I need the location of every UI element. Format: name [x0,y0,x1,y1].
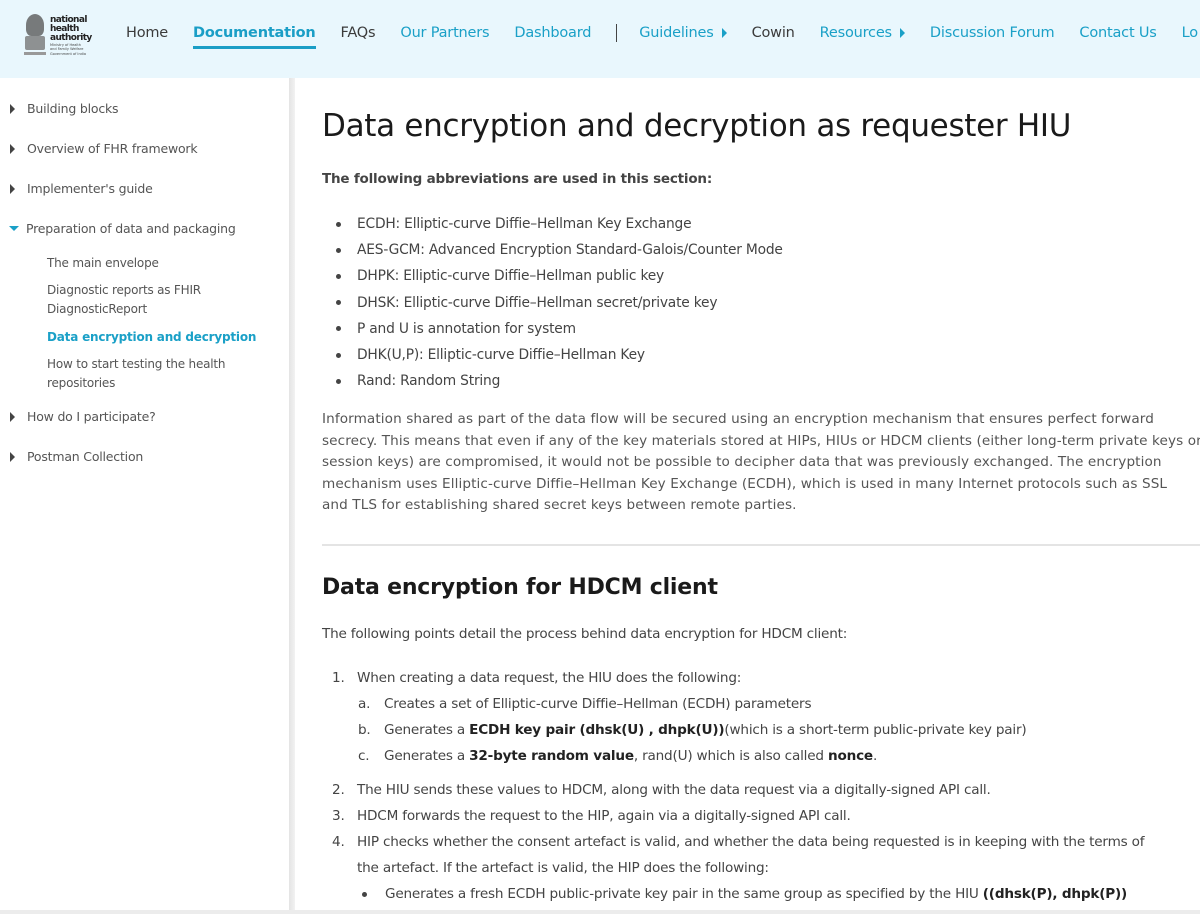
list-item: AES-GCM: Advanced Encryption Standard-Ga… [336,237,783,263]
nav-discussion-forum[interactable]: Discussion Forum [930,25,1055,41]
sidebar-item-label: Building blocks [27,101,119,116]
caret-right-icon [721,28,727,38]
sidebar-item-building-blocks[interactable]: Building blocks [10,101,119,116]
sidebar-item-how-do-i-participate[interactable]: How do I participate? [10,409,156,424]
step-1a: a. Creates a set of Elliptic-curve Diffi… [358,696,812,712]
expand-arrow-icon [10,411,15,422]
list-item: DHPK: Elliptic-curve Diffie–Hellman publ… [336,263,783,289]
list-item: ECDH: Elliptic-curve Diffie–Hellman Key … [336,211,783,237]
sidebar-subitem-diagnostic-reports[interactable]: Diagnostic reports as FHIR DiagnosticRep… [47,281,267,319]
steps-list: 1. When creating a data request, the HIU… [332,665,1200,907]
section-intro: The following points detail the process … [322,626,848,642]
docs-sidebar: Building blocks Overview of FHR framewor… [0,78,291,910]
intro-paragraph: Information shared as part of the data f… [322,411,1200,513]
list-item: DHSK: Elliptic-curve Diffie–Hellman secr… [336,290,783,316]
page-title: Data encryption and decryption as reques… [322,108,1072,144]
sidebar-item-overview-fhr[interactable]: Overview of FHR framework [10,141,198,156]
section-title: Data encryption for HDCM client [322,575,718,600]
nav-cowin[interactable]: Cowin [752,25,795,41]
sidebar-item-preparation-of-data[interactable]: Preparation of data and packaging [9,221,236,236]
main-content: Data encryption and decryption as reques… [322,78,1200,910]
step-1c: c. Generates a 32-byte random value, ran… [358,748,878,764]
bullet-icon [336,221,341,227]
nav-contact-us[interactable]: Contact Us [1079,25,1156,41]
expand-arrow-icon [10,451,15,462]
step-2: 2. The HIU sends these values to HDCM, a… [332,782,991,798]
step-4-continued: the artefact. If the artefact is valid, … [357,860,769,876]
expand-arrow-icon [10,143,15,154]
step-1: 1. When creating a data request, the HIU… [332,670,742,686]
list-item: P and U is annotation for system [336,316,783,342]
bullet-icon [336,274,341,279]
sidebar-item-label: Preparation of data and packaging [26,221,236,236]
step-1b: b. Generates a ECDH key pair (dhsk(U) , … [358,722,1027,738]
sidebar-item-label: Overview of FHR framework [27,141,198,156]
sidebar-item-label: How do I participate? [27,409,156,424]
main-nav: Home Documentation FAQs Our Partners Das… [126,22,1200,49]
bullet-icon [336,378,341,384]
expand-arrow-icon [10,183,15,194]
nav-dashboard[interactable]: Dashboard [514,25,591,41]
bullet-icon [336,300,341,306]
bullet-icon [362,892,367,897]
horizontal-scrollbar[interactable] [0,910,1200,914]
nav-resources-label: Resources [819,25,892,41]
nav-faqs[interactable]: FAQs [341,25,376,41]
nav-login[interactable]: Lo [1182,25,1199,41]
step-3: 3. HDCM forwards the request to the HIP,… [332,808,851,824]
sidebar-item-postman-collection[interactable]: Postman Collection [10,449,143,464]
sidebar-divider[interactable] [289,78,295,910]
step-4-bullet: Generates a fresh ECDH public-private ke… [332,881,1200,907]
nav-our-partners[interactable]: Our Partners [400,25,489,41]
sidebar-item-label: Postman Collection [27,449,144,464]
bullet-icon [336,326,341,332]
nav-documentation[interactable]: Documentation [193,25,317,49]
nav-separator [616,24,618,42]
sidebar-item-implementers-guide[interactable]: Implementer's guide [10,181,153,196]
section-divider [322,544,1200,546]
logo-text: national health authority Ministry of He… [50,14,92,56]
bullet-icon [336,247,341,253]
nha-logo[interactable]: national health authority Ministry of He… [24,12,100,60]
national-emblem-icon [24,14,46,58]
abbreviations-list: ECDH: Elliptic-curve Diffie–Hellman Key … [336,211,783,394]
bullet-icon [336,352,341,358]
collapse-arrow-icon [9,226,19,231]
nav-home[interactable]: Home [126,25,168,41]
caret-right-icon [899,28,905,38]
abbreviations-intro: The following abbreviations are used in … [322,171,713,187]
sidebar-subitem-data-encryption[interactable]: Data encryption and decryption [47,328,267,347]
nav-guidelines-label: Guidelines [639,25,714,41]
expand-arrow-icon [10,103,15,114]
list-item: Rand: Random String [336,368,783,394]
nav-resources[interactable]: Resources [820,25,905,41]
list-item: DHK(U,P): Elliptic-curve Diffie–Hellman … [336,342,783,368]
sidebar-subitem-testing-health-repositories[interactable]: How to start testing the health reposito… [47,355,267,393]
top-navigation-bar: national health authority Ministry of He… [0,0,1200,78]
step-4: 4. HIP checks whether the consent artefa… [332,834,1145,850]
sidebar-subitem-main-envelope[interactable]: The main envelope [47,254,267,273]
sidebar-item-label: Implementer's guide [27,181,153,196]
nav-guidelines[interactable]: Guidelines [639,25,727,41]
